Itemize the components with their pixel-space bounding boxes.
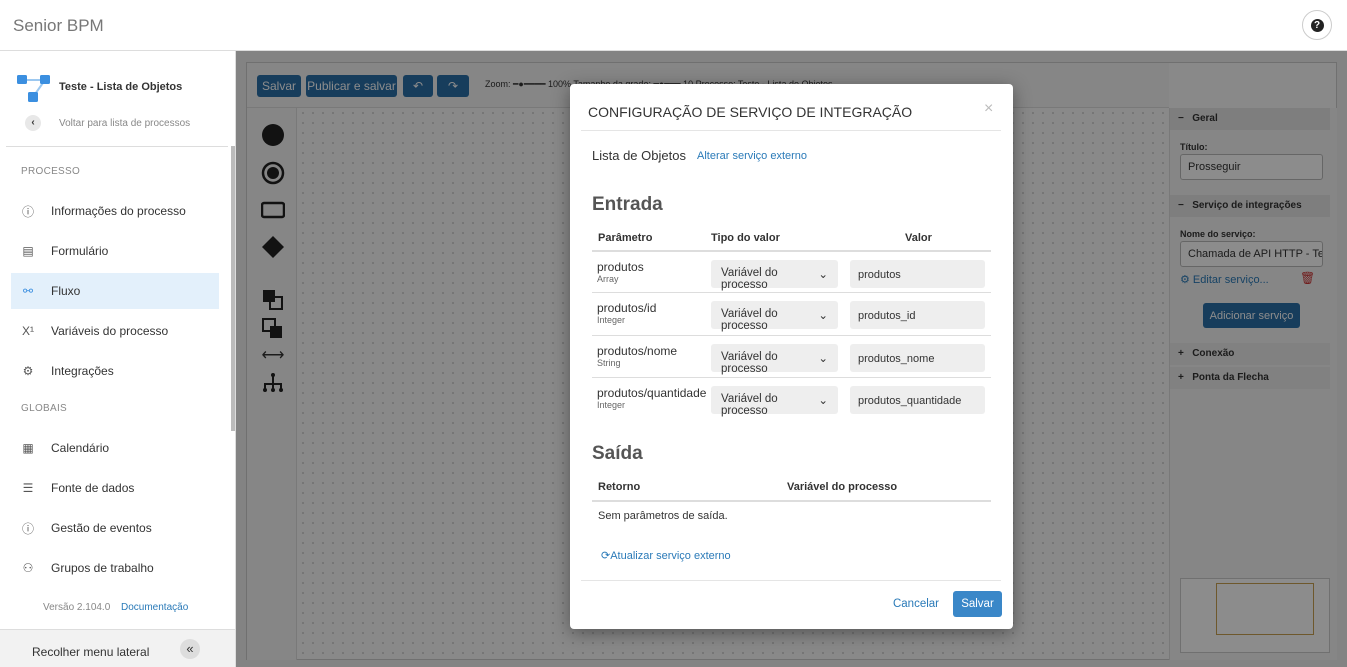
column-header: Tipo do valor	[711, 232, 780, 244]
column-header: Parâmetro	[598, 232, 653, 244]
sidebar-item-process-info[interactable]: ⓘ Informações do processo	[11, 193, 219, 229]
collapse-label: Recolher menu lateral	[32, 645, 150, 659]
sidebar-scrollbar[interactable]	[231, 146, 235, 431]
app-title: Senior BPM	[13, 16, 104, 35]
help-button[interactable]: ?	[1302, 10, 1332, 40]
double-chevron-left-icon[interactable]: «	[180, 639, 200, 659]
param-type: Array	[597, 274, 619, 284]
flow-icon: ⚯	[22, 284, 34, 298]
groups-icon: ⚇	[22, 561, 34, 575]
sidebar-item-label: Fluxo	[51, 284, 81, 298]
table-row: produtos/id Integer Variável do processo ⌄…	[592, 292, 991, 334]
section-globals: GLOBAIS	[21, 403, 68, 414]
sidebar-item-label: Calendário	[51, 441, 110, 455]
param-type: String	[597, 358, 621, 368]
param-type: Integer	[597, 400, 626, 410]
value-type-select[interactable]: Variável do processo ⌄	[711, 344, 838, 375]
modal-title: CONFIGURAÇÃO DE SERVIÇO DE INTEGRAÇÃO	[588, 104, 913, 120]
back-link[interactable]: Voltar para lista de processos	[59, 118, 190, 129]
process-name: Teste - Lista de Objetos	[59, 81, 183, 93]
sidebar-item-variables[interactable]: X¹ Variáveis do processo	[11, 313, 219, 349]
close-icon[interactable]: ×	[984, 100, 993, 118]
chevron-down-icon: ⌄	[818, 310, 828, 322]
column-header: Retorno	[598, 481, 641, 493]
change-service-link[interactable]: Alterar serviço externo	[697, 150, 807, 162]
variable-icon: X¹	[22, 324, 34, 338]
chevron-down-icon: ⌄	[818, 269, 828, 281]
version-label: Versão 2.104.0	[43, 602, 111, 613]
cancel-button[interactable]: Cancelar	[888, 591, 944, 617]
sidebar-item-label: Variáveis do processo	[51, 324, 169, 338]
sidebar-item-integrations[interactable]: ⚙ Integrações	[11, 353, 219, 389]
refresh-icon: ⟳	[601, 550, 611, 562]
sidebar-item-label: Grupos de trabalho	[51, 561, 154, 575]
value-type-select[interactable]: Variável do processo ⌄	[711, 386, 838, 417]
param-name: produtos	[597, 260, 644, 274]
sidebar-item-groups[interactable]: ⚇ Grupos de trabalho	[11, 550, 219, 586]
value-input[interactable]: produtos	[850, 260, 985, 288]
value-input[interactable]: produtos_nome	[850, 344, 985, 372]
sidebar-item-label: Informações do processo	[51, 204, 186, 218]
service-name: Lista de Objetos	[592, 148, 686, 163]
sidebar-item-calendar[interactable]: ▦ Calendário	[11, 430, 219, 466]
table-row: produtos Array Variável do processo ⌄ prod…	[592, 250, 991, 292]
sidebar-item-label: Formulário	[51, 244, 109, 258]
app-header: Senior BPM ?	[0, 0, 1347, 51]
param-name: produtos/id	[597, 301, 657, 315]
database-icon: ☰	[22, 481, 34, 495]
sidebar-item-label: Gestão de eventos	[51, 521, 152, 535]
integration-service-modal: CONFIGURAÇÃO DE SERVIÇO DE INTEGRAÇÃO × …	[570, 84, 1013, 629]
sidebar-item-events[interactable]: ⓘ Gestão de eventos	[11, 510, 219, 546]
column-header: Valor	[905, 232, 932, 244]
process-flow-icon	[17, 75, 50, 102]
save-button[interactable]: Salvar	[953, 591, 1002, 617]
divider	[592, 500, 991, 502]
sidebar-item-datasource[interactable]: ☰ Fonte de dados	[11, 470, 219, 506]
divider	[6, 146, 228, 147]
value-input[interactable]: produtos_id	[850, 301, 985, 329]
sidebar-item-label: Fonte de dados	[51, 481, 135, 495]
collapse-menu[interactable]: Recolher menu lateral «	[0, 629, 235, 667]
integrations-icon: ⚙	[22, 364, 34, 378]
question-circle-icon: ?	[1310, 18, 1324, 32]
chevron-down-icon: ⌄	[818, 353, 828, 365]
sidebar: Teste - Lista de Objetos ‹ Voltar para l…	[0, 51, 236, 667]
back-button[interactable]: ‹	[25, 115, 41, 131]
refresh-service-link[interactable]: ⟳Atualizar serviço externo	[601, 549, 731, 562]
param-name: produtos/quantidade	[597, 386, 707, 400]
info-icon: ⓘ	[21, 204, 34, 219]
sidebar-item-form[interactable]: ▤ Formulário	[11, 233, 219, 269]
calendar-icon: ▦	[22, 441, 34, 455]
table-row: produtos/nome String Variável do processo…	[592, 335, 991, 377]
table-row: produtos/quantidade Integer Variável do p…	[592, 377, 991, 419]
input-heading: Entrada	[592, 194, 663, 215]
no-output-text: Sem parâmetros de saída.	[598, 510, 728, 522]
value-input[interactable]: produtos_quantidade	[850, 386, 985, 414]
documentation-link[interactable]: Documentação	[121, 602, 188, 613]
divider	[581, 580, 1001, 581]
sidebar-item-label: Integrações	[51, 364, 114, 378]
output-heading: Saída	[592, 443, 643, 464]
form-icon: ▤	[22, 244, 34, 258]
column-header: Variável do processo	[787, 481, 898, 493]
section-process: PROCESSO	[21, 166, 81, 177]
chevron-down-icon: ⌄	[818, 395, 828, 407]
value-type-select[interactable]: Variável do processo ⌄	[711, 260, 838, 291]
param-name: produtos/nome	[597, 344, 678, 358]
divider	[581, 130, 1001, 131]
events-icon: ⓘ	[21, 521, 34, 536]
value-type-select[interactable]: Variável do processo ⌄	[711, 301, 838, 332]
sidebar-item-flow[interactable]: ⚯ Fluxo	[11, 273, 219, 309]
param-type: Integer	[597, 315, 626, 325]
